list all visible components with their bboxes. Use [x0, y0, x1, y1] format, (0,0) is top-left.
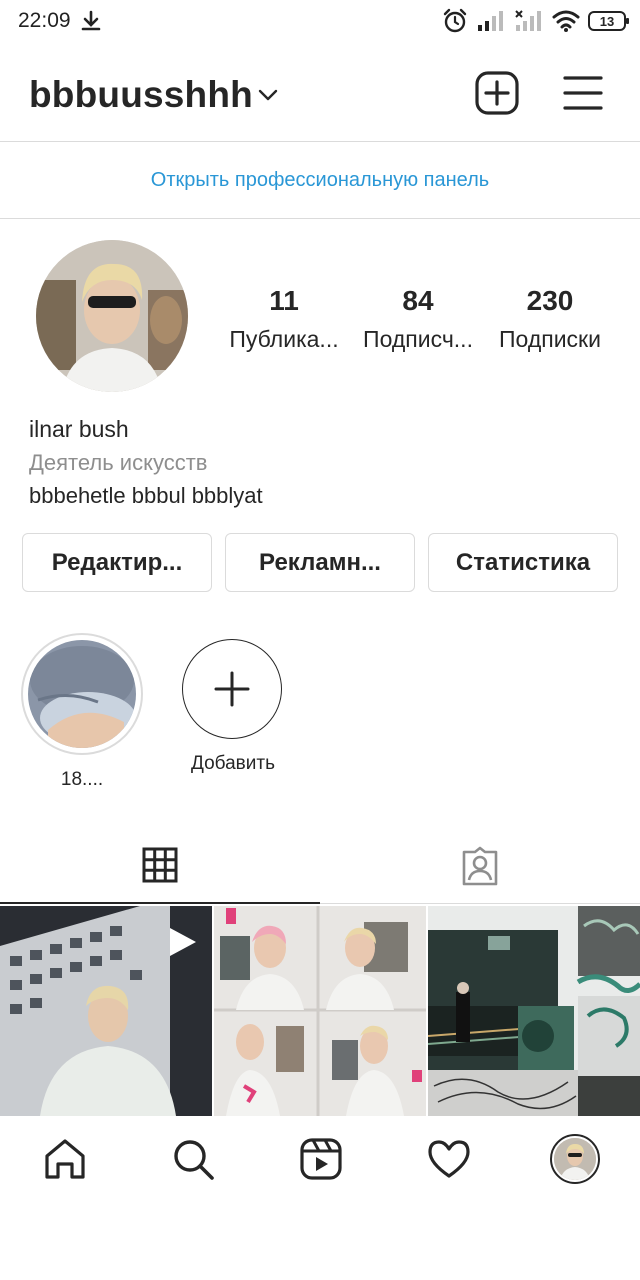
nav-activity[interactable]	[424, 1134, 474, 1184]
plus-icon	[214, 671, 250, 707]
edit-profile-button[interactable]: Редактир...	[22, 533, 212, 592]
promotions-button[interactable]: Рекламн...	[225, 533, 415, 592]
professional-dashboard-link[interactable]: Открыть профессиональную панель	[151, 169, 489, 192]
menu-icon[interactable]	[562, 74, 604, 112]
nav-reels[interactable]	[296, 1134, 346, 1184]
professional-dashboard-bar: Открыть профессиональную панель	[0, 142, 640, 219]
download-icon	[81, 10, 101, 31]
post-thumbnail[interactable]	[214, 906, 426, 1116]
signal-icon	[478, 11, 503, 31]
chevron-down-icon[interactable]	[258, 88, 278, 102]
tab-tagged[interactable]	[320, 828, 640, 903]
nav-home[interactable]	[40, 1134, 90, 1184]
profile-bio: bbbehetle bbbul bbblyat	[29, 483, 263, 508]
posts-grid	[0, 906, 640, 1116]
highlight-ring	[21, 633, 143, 755]
status-time: 22:09	[18, 9, 71, 32]
insights-button[interactable]: Статистика	[428, 533, 618, 592]
following-stat[interactable]: 230 Подписки	[488, 284, 612, 354]
bottom-navigation	[0, 1116, 640, 1202]
nav-profile[interactable]	[550, 1134, 600, 1184]
post-thumbnail[interactable]	[0, 906, 212, 1116]
posts-count: 11	[269, 285, 299, 316]
profile-category: Деятель искусств	[29, 450, 208, 475]
signal-no-service-icon	[515, 10, 541, 31]
highlight-cover	[28, 640, 136, 748]
avatar-photo	[36, 240, 188, 392]
profile-avatar[interactable]	[36, 240, 188, 392]
battery-indicator: 13	[588, 11, 629, 31]
add-highlight-circle	[182, 639, 282, 739]
following-count: 230	[526, 285, 574, 316]
followers-count: 84	[402, 285, 434, 316]
home-icon	[45, 1139, 85, 1179]
profile-header: bbbuusshhh	[0, 44, 640, 142]
nav-search[interactable]	[168, 1134, 218, 1184]
status-bar: 22:09 13	[0, 0, 640, 44]
profile-name: ilnar bush	[29, 416, 129, 442]
tagged-user-icon	[462, 846, 498, 885]
highlight-item[interactable]: 18....	[21, 633, 143, 791]
search-icon	[174, 1140, 214, 1180]
followers-stat[interactable]: 84 Подписч...	[356, 284, 480, 354]
add-highlight[interactable]: Добавить	[182, 639, 284, 775]
following-label: Подписки	[499, 326, 601, 352]
profile-avatar-small	[550, 1134, 600, 1184]
reels-icon	[300, 1138, 342, 1180]
new-post-icon[interactable]	[474, 70, 520, 116]
wifi-icon	[552, 10, 580, 32]
followers-label: Подписч...	[363, 326, 473, 352]
posts-stat[interactable]: 11 Публика...	[222, 284, 346, 354]
highlight-label: 18....	[60, 769, 104, 790]
grid-icon	[142, 847, 178, 883]
posts-label: Публика...	[229, 326, 339, 352]
tab-grid[interactable]	[0, 828, 320, 904]
username-switcher[interactable]: bbbuusshhh	[29, 74, 253, 116]
post-thumbnail[interactable]	[428, 906, 640, 1116]
alarm-icon	[443, 8, 467, 33]
heart-icon	[428, 1140, 470, 1178]
add-highlight-label: Добавить	[191, 753, 275, 774]
profile-tabs	[0, 828, 640, 904]
